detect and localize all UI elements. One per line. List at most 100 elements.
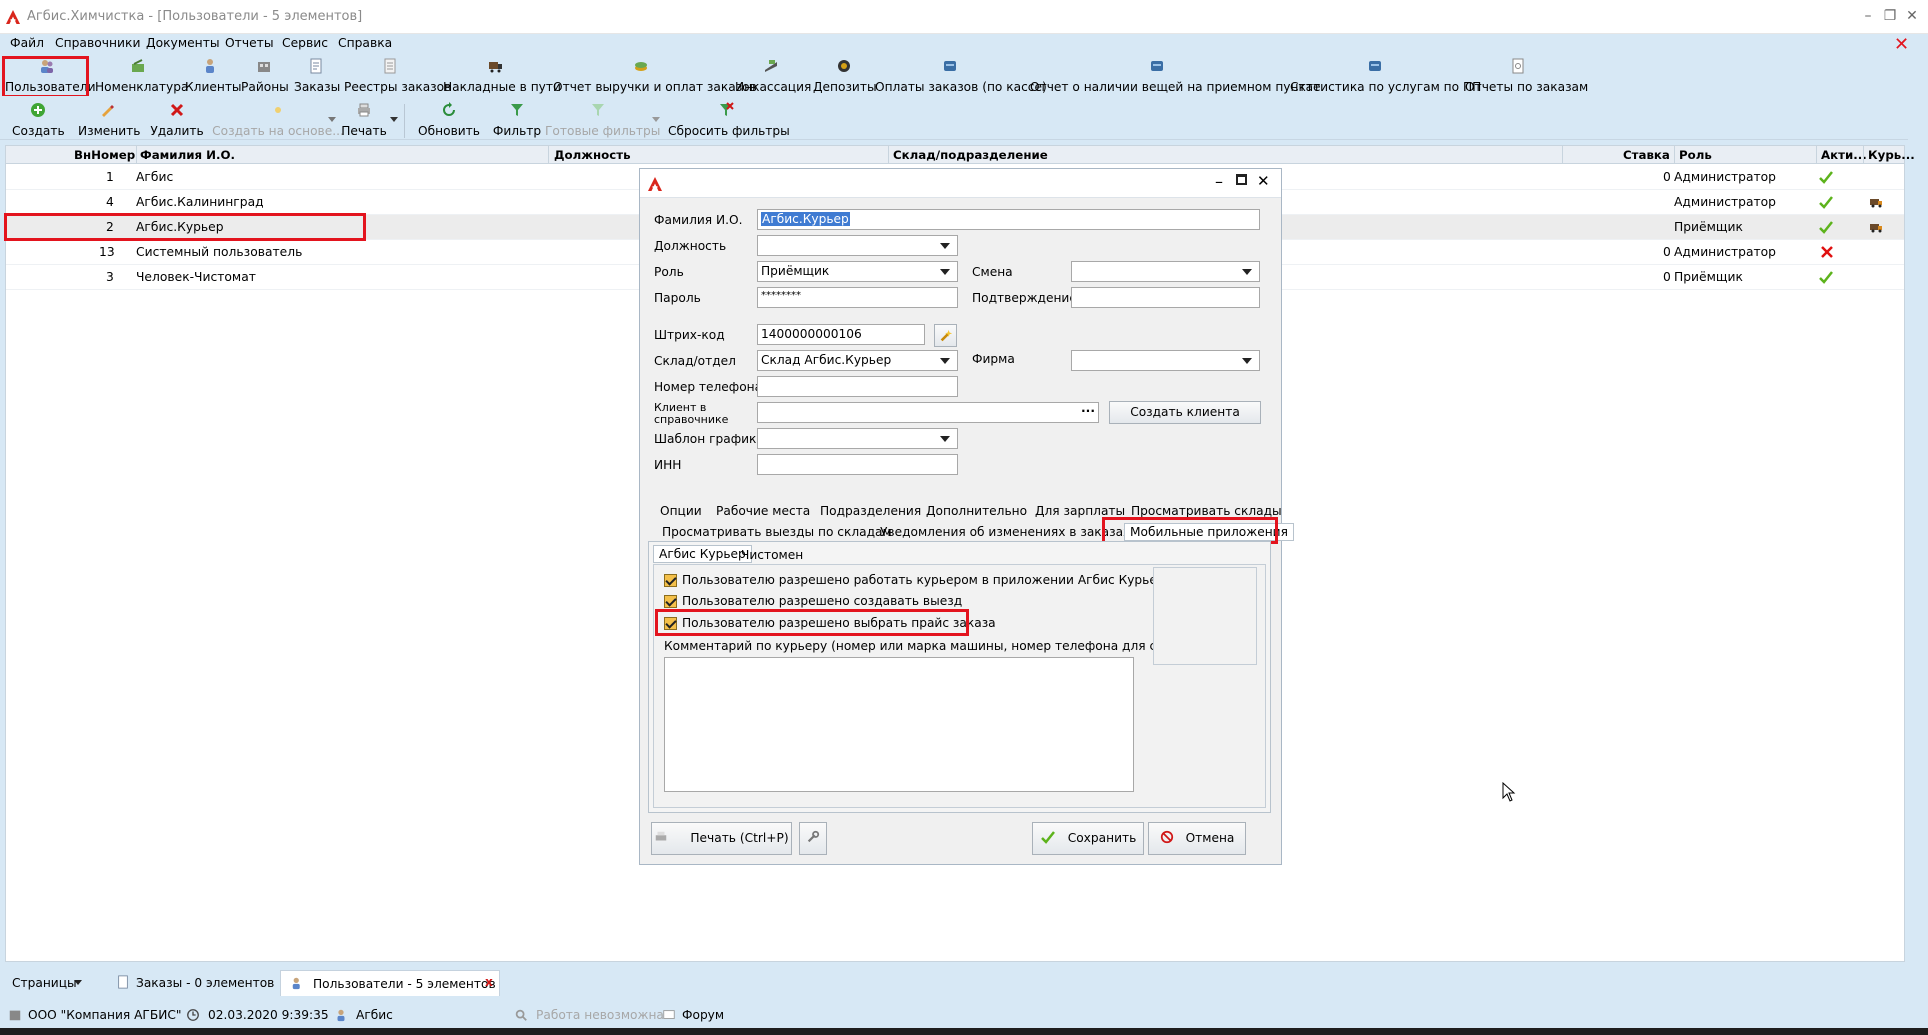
cancel-button[interactable]: Отмена [1148,822,1246,855]
users-highlight-frame [2,56,89,98]
save-button[interactable]: Сохранить [1032,822,1144,855]
app-logo-icon [5,9,21,25]
client-field[interactable] [757,402,1099,423]
dialog-tools-button[interactable] [799,822,827,855]
restore-icon[interactable]: ❐ [1882,8,1898,24]
minimize-icon[interactable]: – [1860,8,1876,24]
tab-users[interactable]: Пользователи - 5 элементов x [280,970,500,996]
tab-order-notifications[interactable]: Уведомления об изменениях в заказах [880,525,1130,539]
tab-options[interactable]: Опции [660,504,702,518]
active-check-icon[interactable] [1818,219,1834,235]
nav-order-reports-button[interactable]: Отчеты по заказам [1465,58,1588,96]
col-rate-header[interactable]: Ставка [1623,148,1670,162]
nav-order-registries-button[interactable]: Реестры заказов [344,58,451,96]
tab-additional[interactable]: Дополнительно [926,504,1027,518]
col-name-header[interactable]: Фамилия И.О. [140,148,235,162]
dialog-print-button[interactable]: Печать (Ctrl+P) [651,822,792,855]
inn-field[interactable] [757,454,958,475]
position-label: Должность [654,239,727,253]
subtab-agbis-courier[interactable]: Агбис Курьер [653,545,752,563]
nav-revenue-report-button[interactable]: Отчет выручки и оплат заказов [553,58,757,96]
nav-collection-button[interactable]: Инкассация [735,58,811,96]
col-num-header[interactable]: ВнНомер [74,148,135,162]
reset-filters-button[interactable]: Сбросить фильтры [668,102,790,140]
menu-documents[interactable]: Документы [146,36,220,50]
pages-dropdown-icon[interactable] [74,980,82,985]
pencil-icon [102,105,114,117]
ready-filters-button[interactable]: Готовые фильтры [545,102,660,140]
menu-help[interactable]: Справка [338,36,392,50]
firm-select[interactable] [1071,350,1260,371]
truck-icon [489,62,502,73]
col-role-header[interactable]: Роль [1679,148,1712,162]
warehouse-select[interactable]: Склад Агбис.Курьер [757,350,958,371]
menu-file[interactable]: Файл [10,36,44,50]
schedule-label: Шаблон графика [654,432,764,446]
print-button[interactable]: Печать [340,102,388,140]
create-client-button[interactable]: Создать клиента [1109,401,1261,424]
nav-deposits-button[interactable]: Депозиты [813,58,877,96]
tab-users-close-icon[interactable]: x [485,975,493,989]
dialog-close-icon[interactable]: ✕ [1257,172,1270,190]
nav-districts-button[interactable]: Районы [241,58,289,96]
tab-departments[interactable]: Подразделения [820,504,921,518]
ready-filters-dropdown-icon[interactable] [652,117,660,122]
nav-service-stats-button[interactable]: Статистика по услугам по ПП [1290,58,1481,96]
col-courier-header[interactable]: Курь... [1868,148,1915,162]
menu-reports[interactable]: Отчеты [225,36,274,50]
role-select[interactable]: Приёмщик [757,261,958,282]
comment-textarea[interactable] [664,657,1134,792]
create-based-button[interactable]: Создать на основе... [212,102,344,140]
schedule-select[interactable] [757,428,958,449]
nav-waybills-button[interactable]: Накладные в пути [443,58,561,96]
create-button[interactable]: Создать [12,102,65,140]
menu-service[interactable]: Сервис [282,36,328,50]
allow-trip-checkbox[interactable] [664,595,677,608]
status-forum[interactable]: Форум [682,1008,724,1022]
filter-button[interactable]: Фильтр [492,102,542,140]
password-field[interactable]: ******** [757,287,958,308]
col-active-header[interactable]: Акти... [1821,148,1867,162]
shift-select[interactable] [1071,261,1260,282]
position-select[interactable] [757,235,958,256]
phone-field[interactable] [757,376,958,397]
allow-courier-checkbox[interactable] [664,574,677,587]
tab-workplaces[interactable]: Рабочие места [716,504,810,518]
generate-barcode-button[interactable] [934,324,957,347]
client-lookup-button[interactable]: ... [1081,401,1095,415]
confirm-field[interactable] [1071,287,1260,308]
print-dropdown-icon[interactable] [390,117,398,122]
fio-field[interactable]: Агбис.Курьер [757,209,1260,230]
active-check-icon[interactable] [1818,194,1834,210]
subtab-chistomen[interactable]: Чистомен [741,548,803,562]
tab-view-warehouses[interactable]: Просматривать склады [1131,504,1282,518]
close-window-icon[interactable]: ✕ [1904,8,1920,24]
tab-salary[interactable]: Для зарплаты [1035,504,1125,518]
tab-orders[interactable]: Заказы - 0 элементов [100,970,274,994]
active-check-icon[interactable] [1818,169,1834,185]
nav-nomenclature-button[interactable]: Номенклатура [95,58,188,96]
edit-button[interactable]: Изменить [78,102,140,140]
delete-button[interactable]: Удалить [150,102,204,140]
cell-role: Приёмщик [1674,270,1743,284]
dialog-minimize-icon[interactable]: – [1215,172,1223,191]
nav-order-payments-button[interactable]: Оплаты заказов (по кассе) [875,58,1047,96]
active-check-icon[interactable] [1818,269,1834,285]
barcode-field[interactable]: 1400000000106 [757,324,925,345]
nav-clients-button[interactable]: Клиенты [185,58,242,96]
nav-orders-button[interactable]: Заказы [294,58,340,96]
col-position-header[interactable]: Должность [554,148,631,162]
menu-references[interactable]: Справочники [55,36,140,50]
inactive-cross-icon[interactable] [1819,244,1835,260]
check-icon [1040,831,1055,844]
create-based-dropdown-icon[interactable] [328,117,336,122]
nav-items-report-button[interactable]: Отчет о наличии вещей на приемном пункте [1030,58,1320,96]
col-warehouse-header[interactable]: Склад/подразделение [893,148,1048,162]
column-divider [888,146,889,164]
window-tabs-bar: Страницы Заказы - 0 элементов Пользовате… [0,968,1928,996]
dialog-maximize-icon[interactable] [1236,174,1247,185]
report-icon [1151,61,1163,71]
pages-menu[interactable]: Страницы [12,976,77,990]
tab-view-trips[interactable]: Просматривать выезды по складам [662,525,892,539]
refresh-button[interactable]: Обновить [418,102,480,140]
